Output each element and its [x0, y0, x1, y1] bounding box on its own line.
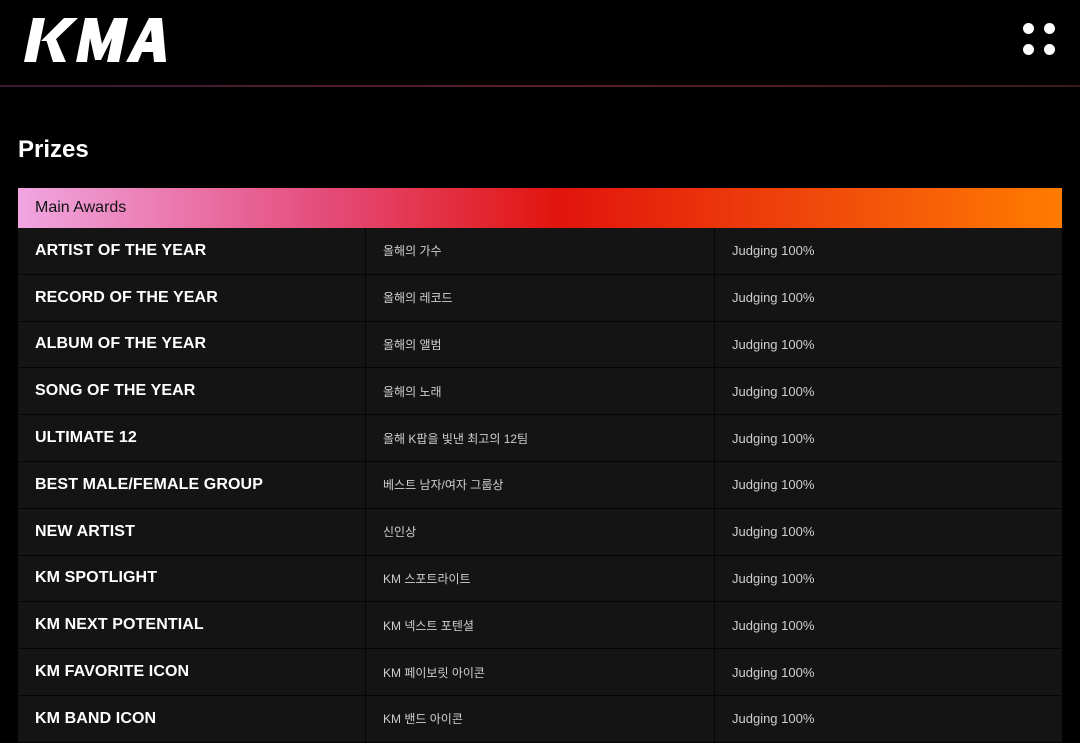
award-korean-name: KM 밴드 아이콘 — [366, 695, 715, 742]
award-name: ARTIST OF THE YEAR — [18, 228, 366, 274]
kma-logo[interactable] — [24, 14, 166, 66]
award-row: KM BAND ICON KM 밴드 아이콘 Judging 100% — [18, 695, 1062, 743]
menu-button[interactable] — [1022, 22, 1058, 58]
awards-table: Main Awards ARTIST OF THE YEAR 올해의 가수 Judg… — [18, 188, 1062, 743]
award-judging: Judging 100% — [732, 664, 815, 680]
award-judging: Judging 100% — [732, 383, 815, 399]
site-header — [0, 0, 1080, 87]
award-judging: Judging 100% — [732, 430, 815, 446]
award-korean-name: 베스트 남자/여자 그룹상 — [366, 461, 715, 508]
award-korean-name: KM 넥스트 포텐셜 — [366, 602, 715, 649]
award-judging: Judging 100% — [732, 290, 815, 306]
award-korean-name: 올해의 가수 — [366, 228, 715, 274]
award-name: ALBUM OF THE YEAR — [18, 321, 366, 368]
award-korean-name: 올해 K팝을 빛낸 최고의 12팀 — [366, 415, 715, 461]
award-row: ALBUM OF THE YEAR 올해의 앨범 Judging 100% — [18, 321, 1062, 369]
award-row: SONG OF THE YEAR 올해의 노래 Judging 100% — [18, 368, 1062, 416]
award-judging: Judging 100% — [732, 617, 815, 633]
header-divider — [0, 85, 1080, 87]
award-name: BEST MALE/FEMALE GROUP — [18, 461, 366, 508]
award-row: KM SPOTLIGHT KM 스포트라이트 Judging 100% — [18, 555, 1062, 603]
award-name: KM BAND ICON — [18, 695, 366, 742]
awards-list: ARTIST OF THE YEAR 올해의 가수 Judging 100% RECO… — [18, 228, 1062, 743]
award-korean-name: KM 스포트라이트 — [366, 555, 715, 602]
award-row: NEW ARTIST 신인상 Judging 100% — [18, 508, 1062, 556]
award-row: KM NEXT POTENTIAL KM 넥스트 포텐셜 Judging 100% — [18, 602, 1062, 650]
award-korean-name: 올해의 노래 — [366, 368, 715, 415]
menu-dot — [1023, 44, 1034, 55]
menu-dot — [1023, 23, 1034, 34]
award-korean-name: 올해의 레코드 — [366, 274, 715, 321]
page-title: Prizes — [18, 136, 89, 163]
section-header-main-awards: Main Awards — [18, 188, 1062, 228]
award-korean-name: 올해의 앨범 — [366, 321, 715, 368]
award-name: ULTIMATE 12 — [18, 415, 366, 461]
award-korean-name: 신인상 — [366, 508, 715, 555]
menu-dot — [1044, 23, 1055, 34]
award-name: KM SPOTLIGHT — [18, 555, 366, 602]
section-label: Main Awards — [35, 199, 127, 216]
award-row: BEST MALE/FEMALE GROUP 베스트 남자/여자 그룹상 Judgi… — [18, 461, 1062, 509]
award-name: NEW ARTIST — [18, 508, 366, 555]
award-name: KM NEXT POTENTIAL — [18, 602, 366, 649]
award-name: KM FAVORITE ICON — [18, 649, 366, 695]
award-row: RECORD OF THE YEAR 올해의 레코드 Judging 100% — [18, 274, 1062, 322]
award-row: ARTIST OF THE YEAR 올해의 가수 Judging 100% — [18, 228, 1062, 275]
award-korean-name: KM 페이보릿 아이콘 — [366, 649, 715, 695]
award-judging: Judging 100% — [732, 477, 815, 493]
award-judging: Judging 100% — [732, 524, 815, 540]
award-judging: Judging 100% — [732, 711, 815, 727]
award-row: ULTIMATE 12 올해 K팝을 빛낸 최고의 12팀 Judging 100% — [18, 415, 1062, 462]
award-name: SONG OF THE YEAR — [18, 368, 366, 415]
award-row: KM FAVORITE ICON KM 페이보릿 아이콘 Judging 100% — [18, 649, 1062, 696]
award-name: RECORD OF THE YEAR — [18, 274, 366, 321]
award-judging: Judging 100% — [732, 243, 815, 259]
menu-dot — [1044, 44, 1055, 55]
award-judging: Judging 100% — [732, 336, 815, 352]
award-judging: Judging 100% — [732, 570, 815, 586]
